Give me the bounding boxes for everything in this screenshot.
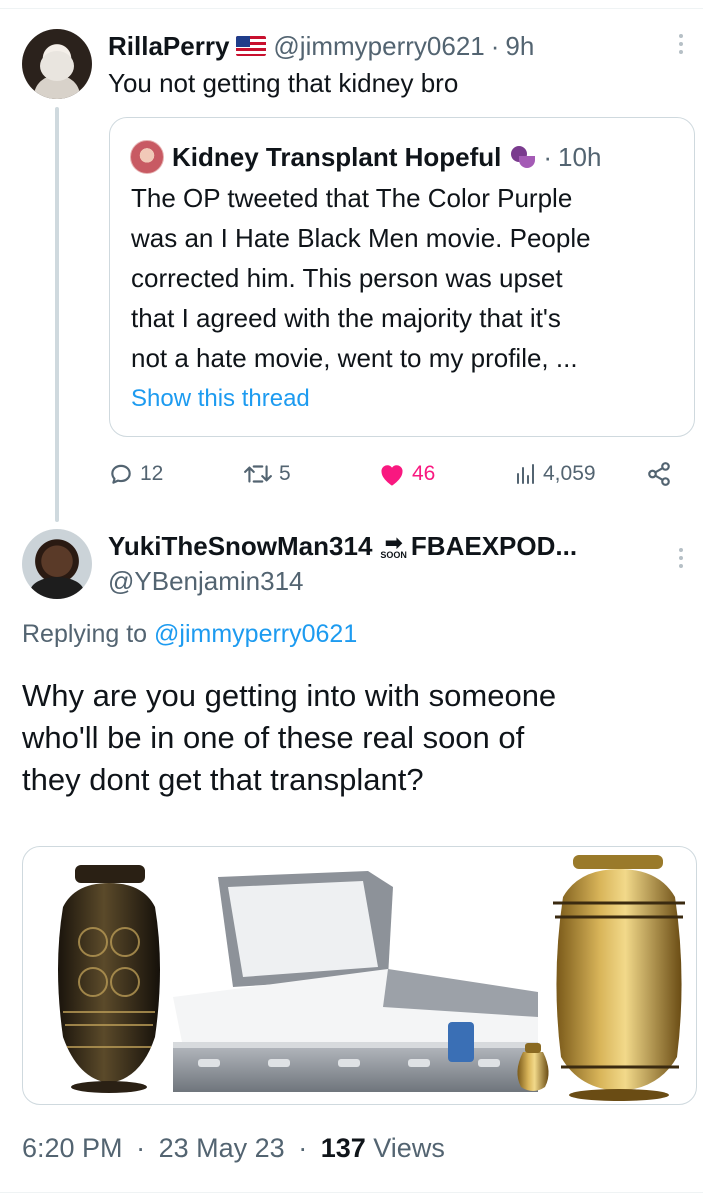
tweet1-header: RillaPerry @jimmyperry0621 · 9h: [108, 28, 534, 64]
mermaid-emoji-icon: [507, 144, 537, 170]
like-button[interactable]: 46: [378, 455, 435, 493]
heart-icon: [378, 461, 406, 487]
retweet-icon: [243, 461, 273, 487]
retweet-button[interactable]: 5: [243, 455, 291, 493]
soon-label: SOON: [380, 550, 407, 560]
casket: [173, 871, 538, 1092]
tweet-media-image[interactable]: [22, 846, 697, 1105]
avatar[interactable]: [22, 529, 92, 599]
handle[interactable]: @jimmyperry0621: [273, 31, 484, 62]
quoted-text-line: corrected him. This person was upset: [131, 263, 563, 293]
top-divider: [0, 8, 703, 9]
tweet-text-line: who'll be in one of these real soon of: [22, 720, 525, 755]
views-count[interactable]: 137: [321, 1133, 366, 1163]
share-icon: [646, 461, 672, 487]
timestamp[interactable]: 9h: [505, 31, 534, 62]
quoted-tweet-text: The OP tweeted that The Color Purple was…: [131, 178, 691, 378]
tweet-text-line: Why are you getting into with someone: [22, 678, 557, 713]
quoted-tweet-card[interactable]: Kidney Transplant Hopeful · 10h The OP t…: [109, 117, 695, 437]
views-button[interactable]: 4,059: [513, 455, 596, 493]
more-options-icon[interactable]: [679, 34, 685, 54]
separator-dot: ·: [543, 141, 553, 172]
quoted-text-line: that I agreed with the majority that it'…: [131, 303, 561, 333]
replying-mention-link[interactable]: @jimmyperry0621: [154, 620, 357, 648]
separator-dot: ·: [298, 1133, 308, 1163]
reply-button[interactable]: 12: [108, 455, 163, 493]
quoted-display-name: Kidney Transplant Hopeful: [172, 141, 502, 172]
retweet-count: 5: [279, 462, 291, 485]
replying-prefix: Replying to: [22, 620, 148, 648]
replying-to: Replying to @jimmyperry0621: [22, 620, 357, 649]
dark-urn: [58, 865, 160, 1093]
like-count: 46: [412, 462, 436, 485]
show-thread-link[interactable]: Show this thread: [131, 385, 310, 413]
analytics-icon: [513, 461, 537, 487]
soon-arrow-icon: ➡ SOON: [380, 530, 407, 560]
thread-connector-line: [55, 107, 59, 522]
reply-count: 12: [140, 462, 164, 485]
tweet-text: Why are you getting into with someone wh…: [22, 675, 692, 801]
tweet-text-line: they dont get that transplant?: [22, 762, 424, 797]
handle[interactable]: @YBenjamin314: [108, 566, 304, 597]
separator-dot: ·: [490, 30, 500, 61]
share-button[interactable]: [646, 455, 672, 493]
quoted-tweet-header: Kidney Transplant Hopeful · 10h: [130, 138, 601, 176]
quoted-text-line: was an I Hate Black Men movie. People: [131, 223, 591, 253]
avatar[interactable]: [22, 29, 92, 99]
display-name-suffix[interactable]: FBAEXPOD...: [411, 531, 577, 562]
display-name[interactable]: RillaPerry: [108, 31, 229, 62]
urns-and-casket-image: [58, 855, 685, 1101]
tweet-text: You not getting that kidney bro: [108, 68, 459, 98]
separator-dot: ·: [136, 1133, 146, 1163]
us-flag-icon: [236, 36, 267, 56]
tweet-time[interactable]: 6:20 PM: [22, 1133, 123, 1163]
bottom-divider: [0, 1192, 703, 1193]
quoted-avatar: [130, 140, 164, 174]
quoted-timestamp: 10h: [558, 141, 602, 172]
tweet-date[interactable]: 23 May 23: [159, 1133, 285, 1163]
large-gold-urn: [553, 855, 685, 1101]
reply-icon: [108, 461, 134, 487]
quoted-text-line: not a hate movie, went to my profile, ..…: [131, 343, 578, 373]
more-options-icon[interactable]: [679, 548, 685, 568]
tweet2-header: YukiTheSnowMan314 ➡ SOON FBAEXPOD...: [108, 528, 577, 564]
tweet-action-bar: 12 5 46 4,059: [108, 455, 688, 493]
views-label: Views: [373, 1133, 445, 1163]
views-count: 4,059: [543, 462, 596, 485]
display-name[interactable]: YukiTheSnowMan314: [108, 531, 372, 562]
tweet-footer: 6:20 PM · 23 May 23 · 137 Views: [22, 1133, 445, 1164]
quoted-text-line: The OP tweeted that The Color Purple: [131, 183, 573, 213]
